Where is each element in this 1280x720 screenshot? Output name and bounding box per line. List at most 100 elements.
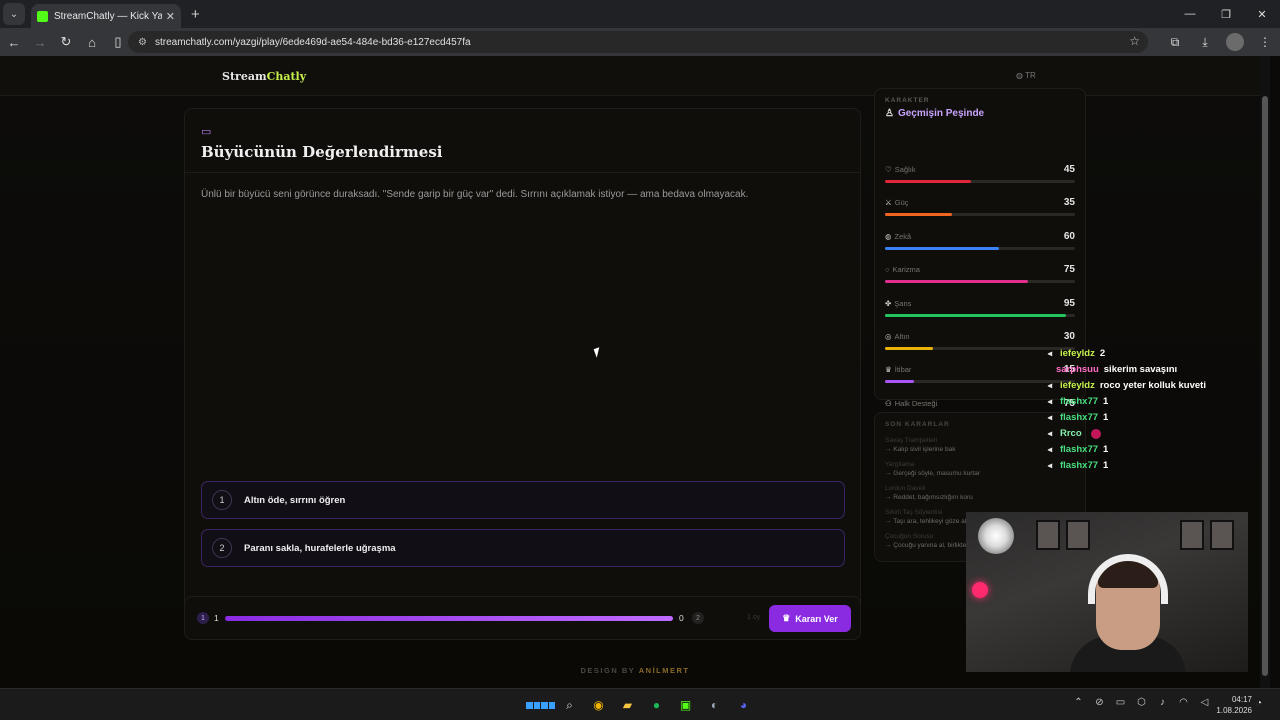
- chat-text: 2: [1099, 348, 1106, 359]
- chevron-up-icon[interactable]: ⌃: [1068, 697, 1089, 708]
- people-icon: ⚇: [885, 398, 892, 408]
- browser-tab[interactable]: StreamChatly — Kick Yayıncıları ✕: [31, 4, 181, 28]
- kick-app-icon[interactable]: ▣: [671, 693, 700, 717]
- choice-option-1[interactable]: 1 Altın öde, sırrını öğren: [201, 481, 845, 519]
- chat-username: flashx77: [1060, 412, 1099, 423]
- system-tray: ⌃ ⊘ ▭ ⬡ ♪ ◠ ◁: [1068, 697, 1215, 708]
- minimize-icon[interactable]: —: [1172, 0, 1208, 28]
- stat-bar-track: [885, 180, 1075, 183]
- windows-taskbar: ⌕ ◉ ▰ ● ▣ ◐ ◕ ⌃ ⊘ ▭ ⬡ ♪ ◠ ◁ 04:17 1.08.2…: [0, 688, 1280, 720]
- scrollbar-thumb[interactable]: [1262, 96, 1268, 676]
- reload-icon[interactable]: ↻: [54, 30, 78, 54]
- globe-icon: ◍: [1016, 71, 1023, 80]
- chat-message: ⫷ flashx77 1: [1044, 444, 1109, 455]
- history-title: Lordun Daveti: [885, 485, 926, 492]
- footer-prefix: DESIGN BY: [580, 666, 636, 675]
- notification-icon[interactable]: ◔: [1256, 698, 1262, 709]
- security-icon[interactable]: ⬡: [1131, 697, 1152, 708]
- home-icon[interactable]: ⌂: [80, 30, 104, 54]
- chrome-icon[interactable]: ◉: [584, 693, 613, 717]
- windows-logo-icon: [526, 693, 555, 717]
- search-icon[interactable]: ⌕: [555, 693, 584, 717]
- footer-author: ANİLMERT: [638, 666, 690, 675]
- volume-icon[interactable]: ◁: [1194, 697, 1215, 708]
- file-explorer-icon[interactable]: ▰: [613, 693, 642, 717]
- stat-label: Halk Desteği: [894, 398, 938, 408]
- chat-username: flashx77: [1060, 396, 1099, 407]
- stat-row: ✤ Şans 95: [885, 297, 1075, 329]
- stat-value: 35: [1063, 197, 1075, 209]
- stat-label: Şans: [894, 298, 912, 308]
- stat-row: ◌ Karizma 75: [885, 264, 1075, 295]
- close-window-icon[interactable]: ✕: [1244, 0, 1280, 28]
- wall-frame: [1180, 520, 1204, 550]
- stat-bar-fill: [885, 213, 952, 217]
- stat-label: Karizma: [892, 265, 920, 275]
- stat-value: 45: [1063, 164, 1075, 175]
- extensions-icon[interactable]: ⧉: [1160, 28, 1190, 56]
- spotify-icon[interactable]: ●: [642, 693, 671, 717]
- wall-frame: [1210, 520, 1234, 550]
- page-scrollbar[interactable]: [1260, 56, 1270, 688]
- battery-icon[interactable]: ▭: [1110, 697, 1131, 708]
- choice-number: 2: [212, 538, 232, 558]
- menu-kebab-icon[interactable]: ⋮: [1250, 28, 1280, 56]
- choice-option-2[interactable]: 2 Paranı sakla, hurafelerle uğraşma: [201, 529, 845, 567]
- restore-icon[interactable]: ❐: [1208, 0, 1244, 28]
- chat-text: 1: [1103, 444, 1109, 455]
- tab-title: StreamChatly — Kick Yayıncıları: [54, 10, 162, 22]
- network-off-icon[interactable]: ⊘: [1089, 697, 1110, 708]
- stat-label-row: ◌ Karizma: [885, 265, 920, 274]
- download-icon[interactable]: ⤓: [1190, 28, 1220, 56]
- stat-label-row: ♛ İtibar: [885, 365, 911, 374]
- taskbar-clock[interactable]: 04:17 1.08.2026: [1214, 694, 1252, 716]
- wifi-icon[interactable]: ◠: [1173, 697, 1194, 708]
- microphone-icon[interactable]: ♪: [1152, 697, 1173, 708]
- stat-row: ♡ Sağlık 45: [885, 164, 1075, 195]
- coins-icon: ◎: [885, 332, 892, 341]
- close-tab-icon[interactable]: ✕: [166, 10, 175, 23]
- history-item: Lordun Daveti → Reddet, bağımsızlığını ko…: [885, 485, 1075, 507]
- story-text: Ünlü bir büyücü seni görünce duraksadı. …: [201, 189, 749, 200]
- stat-bar-fill: [885, 313, 1066, 317]
- stat-row: ◍ Zekâ 60: [885, 231, 1075, 262]
- start-button[interactable]: [526, 693, 555, 717]
- site-logo[interactable]: StreamChatly: [222, 70, 306, 83]
- stat-label: Altın: [894, 332, 910, 341]
- stat-value: 75: [1063, 264, 1075, 276]
- address-bar[interactable]: ⚙ streamchatly.com/yazgi/play/6ede469d-a…: [128, 31, 1148, 53]
- forward-icon[interactable]: →: [28, 30, 52, 54]
- decide-button[interactable]: ♛ Kararı Ver: [769, 605, 851, 632]
- language-switcher[interactable]: ◍ TR: [1016, 71, 1036, 80]
- tab-search-button[interactable]: ⌄: [3, 3, 25, 25]
- headphones: [1088, 554, 1168, 604]
- sidebar-icon[interactable]: ▯: [106, 30, 130, 54]
- bookmark-star-icon[interactable]: ☆: [1129, 34, 1140, 48]
- stat-bar-track: [885, 313, 1075, 317]
- chat-text: 1: [1103, 396, 1109, 407]
- chat-message: ⫷ flashx77 1: [1044, 396, 1109, 407]
- kick-badge-icon: ⫷: [1047, 460, 1053, 470]
- steam-icon[interactable]: ◐: [700, 693, 729, 717]
- heart-icon: ♡: [885, 165, 892, 174]
- kick-badge-icon: ⫷: [1047, 348, 1053, 358]
- profile-avatar[interactable]: [1226, 33, 1244, 51]
- stat-label-row: ⚇ Halk Desteği: [885, 399, 937, 408]
- stat-value: 95: [1063, 297, 1075, 309]
- chat-text: 1: [1103, 412, 1109, 423]
- kick-badge-icon: ⫷: [1047, 444, 1053, 454]
- kick-badge-icon: ⫷: [1047, 380, 1053, 390]
- new-tab-icon[interactable]: +: [191, 6, 200, 23]
- webcam-overlay: [966, 512, 1248, 672]
- logo-chatly: Chatly: [266, 70, 307, 83]
- chat-username: flashx77: [1060, 444, 1099, 455]
- site-info-icon[interactable]: ⚙: [138, 37, 147, 48]
- wall-frame: [1036, 520, 1060, 550]
- stat-label-row: ◍ Zekâ: [885, 232, 911, 241]
- kick-badge-icon: ⫷: [1047, 396, 1053, 406]
- discord-icon[interactable]: ◕: [729, 693, 758, 717]
- taskbar-apps: ⌕ ◉ ▰ ● ▣ ◐ ◕: [526, 693, 758, 717]
- vote-bar: 1 1 0 2 1 oy ♛ Kararı Ver: [184, 596, 861, 640]
- back-icon[interactable]: ←: [2, 30, 26, 54]
- option-1-count: 1: [214, 613, 219, 623]
